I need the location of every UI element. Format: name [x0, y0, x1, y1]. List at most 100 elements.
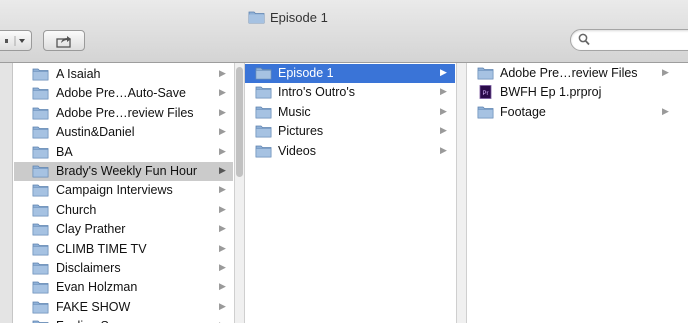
folder-icon [32, 107, 49, 120]
share-button[interactable] [43, 30, 85, 51]
sidebar-edge [0, 63, 13, 323]
view-options-button[interactable] [0, 30, 32, 51]
premiere-file-icon: Pr [479, 85, 492, 100]
item-label: Disclaimers [56, 261, 121, 275]
item-label: Clay Prather [56, 222, 126, 237]
disclosure-arrow-icon: ▶ [440, 125, 447, 136]
disclosure-arrow-icon: ▶ [219, 300, 226, 311]
item-label: CLIMB TIME TV [56, 241, 147, 256]
folder-icon [32, 281, 49, 294]
window-toolbar: Episode 1 [0, 0, 688, 63]
item-label: Adobe Pre…review Files [56, 105, 194, 120]
item-label: Footage [500, 104, 546, 119]
folder-item[interactable]: Brady's Weekly Fun Hour ▶ [14, 162, 233, 181]
browser-column-3: Adobe Pre…review Files ▶ Pr BWFH Ep 1.prpro… [467, 63, 688, 323]
svg-text:Pr: Pr [483, 91, 489, 97]
disclosure-arrow-icon: ▶ [219, 165, 226, 175]
item-label: Campaign Interviews [56, 183, 173, 198]
folder-item[interactable]: Adobe Pre…Auto-Save ▶ [14, 84, 233, 103]
disclosure-arrow-icon: ▶ [662, 105, 669, 116]
item-label: FAKE SHOW [56, 299, 131, 314]
folder-icon [32, 165, 49, 178]
folder-item[interactable]: Church ▶ [14, 201, 233, 220]
disclosure-arrow-icon: ▶ [219, 106, 226, 117]
disclosure-arrow-icon: ▶ [219, 87, 226, 98]
folder-item[interactable]: Music ▶ [245, 103, 455, 122]
folder-item[interactable]: Adobe Pre…review Files ▶ [467, 64, 688, 83]
folder-item[interactable]: Footage ▶ [467, 103, 688, 122]
disclosure-arrow-icon: ▶ [219, 126, 226, 137]
folder-icon [32, 126, 49, 139]
disclosure-arrow-icon: ▶ [440, 105, 447, 116]
browser-column-1: A Isaiah ▶ Adobe Pre…Auto-Save ▶ Adobe Pre…r… [14, 63, 233, 323]
item-label: A Isaiah [56, 67, 101, 81]
search-field[interactable] [570, 29, 688, 51]
folder-icon [255, 106, 272, 119]
folder-icon [32, 204, 49, 217]
disclosure-arrow-icon: ▶ [219, 184, 226, 195]
folder-item[interactable]: Austin&Daniel ▶ [14, 123, 233, 142]
folder-icon [32, 320, 49, 323]
folder-icon [32, 243, 49, 255]
folder-item[interactable]: Evan Holzman ▶ [14, 278, 233, 297]
folder-item[interactable]: Feeling S…▶ [14, 317, 233, 323]
item-label: Austin&Daniel [56, 125, 135, 140]
item-label: Episode 1 [278, 66, 334, 80]
folder-icon [32, 87, 49, 100]
search-input[interactable] [593, 32, 688, 50]
folder-icon [255, 145, 272, 157]
disclosure-arrow-icon: ▶ [440, 67, 447, 77]
folder-icon [255, 67, 272, 80]
scrollbar-thumb[interactable] [236, 67, 243, 177]
folder-item[interactable]: Disclaimers ▶ [14, 259, 233, 278]
disclosure-arrow-icon: ▶ [440, 86, 447, 97]
disclosure-arrow-icon: ▶ [219, 145, 226, 156]
disclosure-arrow-icon: ▶ [662, 67, 669, 77]
disclosure-arrow-icon: ▶ [219, 242, 226, 253]
folder-icon [32, 262, 49, 275]
folder-item[interactable]: Videos ▶ [245, 142, 455, 161]
folder-item[interactable]: Adobe Pre…review Files ▶ [14, 104, 233, 123]
share-icon [56, 35, 71, 48]
folder-icon [255, 86, 272, 99]
browser-column-2: Episode 1 ▶ Intro's Outro's ▶ Music ▶ Pictures… [245, 63, 455, 323]
column-resize-handle[interactable] [456, 63, 467, 323]
item-label: Adobe Pre…review Files [500, 66, 638, 80]
window-title-area: Episode 1 [248, 8, 328, 26]
item-label: BA [56, 144, 73, 159]
disclosure-arrow-icon: ▶ [219, 68, 226, 78]
folder-icon [248, 11, 265, 24]
folder-item[interactable]: Clay Prather ▶ [14, 220, 233, 239]
item-label: Church [56, 202, 97, 217]
folder-icon [32, 184, 49, 197]
folder-item[interactable]: FAKE SHOW ▶ [14, 298, 233, 317]
chevron-down-icon [4, 35, 25, 46]
item-label: Evan Holzman [56, 280, 138, 295]
folder-item[interactable]: Intro's Outro's ▶ [245, 83, 455, 102]
folder-icon [477, 67, 494, 80]
folder-item[interactable]: Campaign Interviews ▶ [14, 181, 233, 200]
folder-icon [32, 146, 49, 158]
item-label: Intro's Outro's [278, 85, 356, 100]
folder-item[interactable]: A Isaiah ▶ [14, 65, 233, 84]
column-resize-handle[interactable] [234, 63, 245, 323]
item-label: BWFH Ep 1.prproj [500, 85, 602, 100]
disclosure-arrow-icon: ▶ [219, 203, 226, 214]
folder-item[interactable]: BA ▶ [14, 143, 233, 162]
item-label: Music [278, 104, 311, 119]
folder-item[interactable]: CLIMB TIME TV ▶ [14, 240, 233, 259]
disclosure-arrow-icon: ▶ [219, 281, 226, 292]
disclosure-arrow-icon: ▶ [219, 262, 226, 272]
disclosure-arrow-icon: ▶ [219, 223, 226, 234]
item-label: Pictures [278, 124, 324, 139]
folder-icon [32, 68, 49, 81]
folder-icon [477, 106, 494, 119]
file-item[interactable]: Pr BWFH Ep 1.prproj [467, 83, 688, 102]
folder-item[interactable]: Episode 1 ▶ [245, 64, 455, 83]
item-label: Brady's Weekly Fun Hour [56, 164, 198, 178]
window-title: Episode 1 [270, 9, 328, 25]
item-label: Feeling S… [56, 319, 121, 323]
item-label: Videos [278, 143, 316, 158]
folder-item[interactable]: Pictures ▶ [245, 122, 455, 141]
folder-icon [255, 125, 272, 138]
